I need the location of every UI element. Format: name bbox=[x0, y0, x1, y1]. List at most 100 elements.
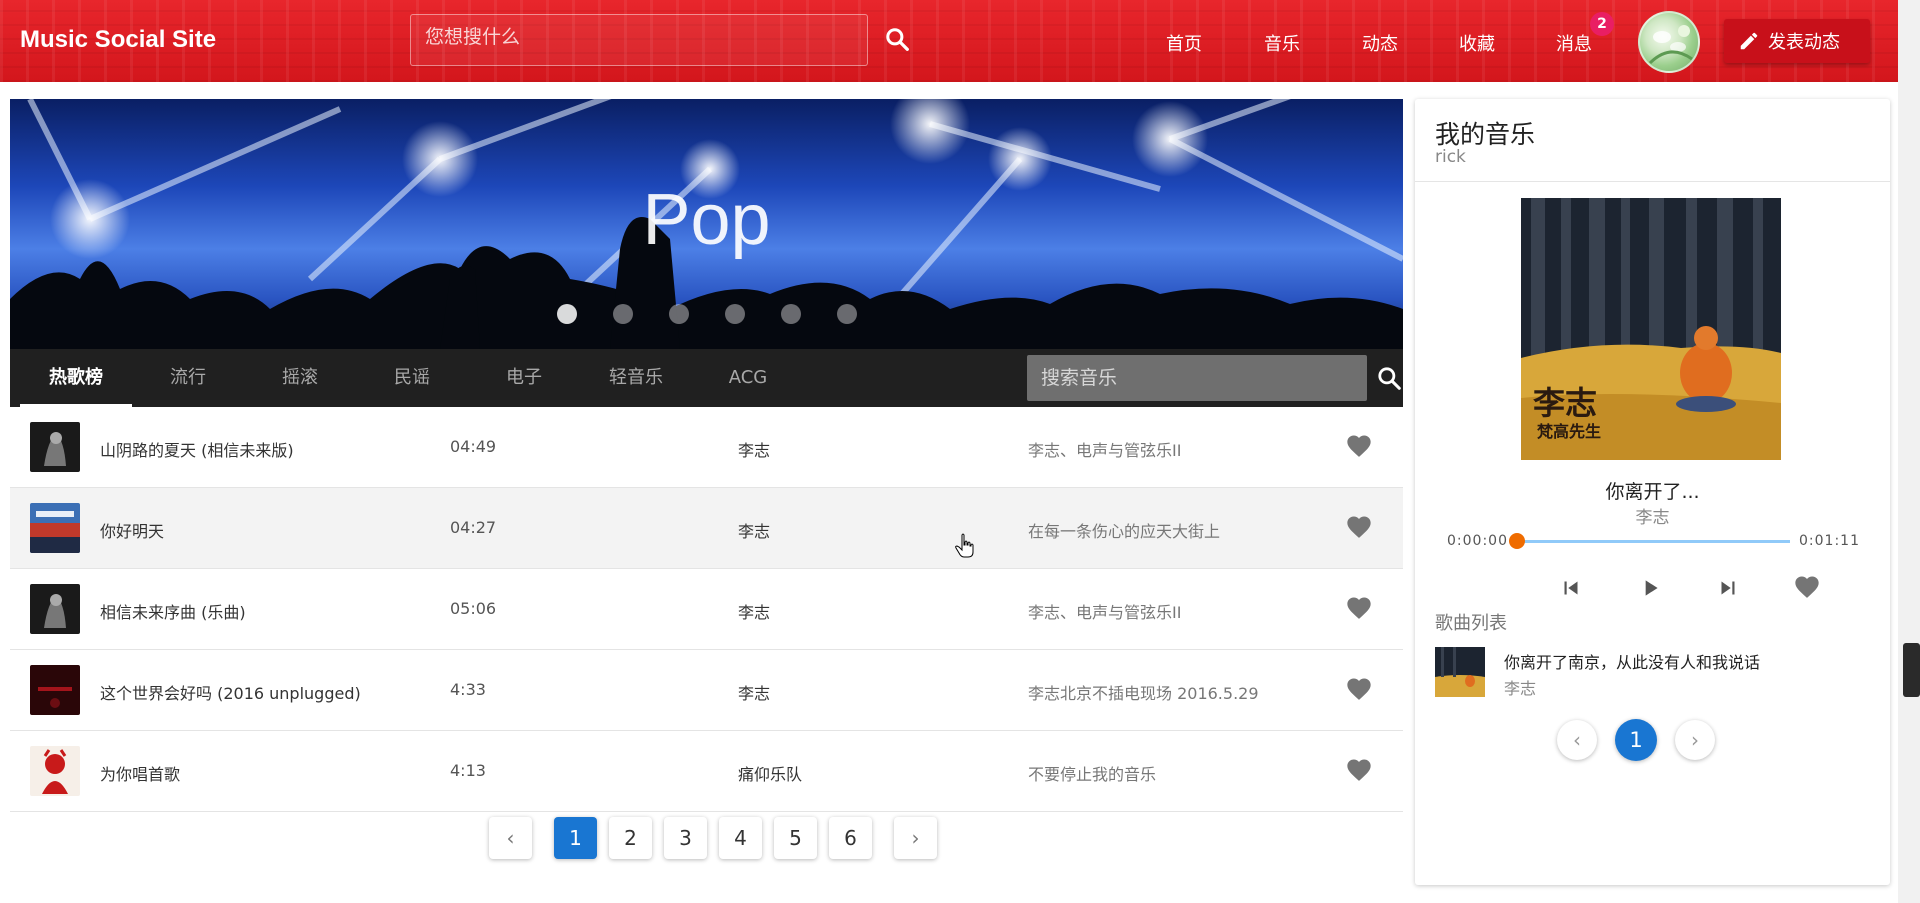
tab-electronic[interactable]: 电子 bbox=[468, 349, 580, 407]
skip-previous-icon[interactable] bbox=[1558, 575, 1584, 601]
nav-messages[interactable]: 消息 bbox=[1556, 30, 1592, 56]
favorite-heart-icon[interactable] bbox=[1793, 573, 1821, 601]
pencil-icon bbox=[1740, 32, 1758, 50]
song-title[interactable]: 你好明天 bbox=[100, 518, 164, 542]
pagination-page-6[interactable]: 6 bbox=[829, 817, 872, 859]
favorite-heart-icon[interactable] bbox=[1345, 432, 1373, 460]
pagination-page-4[interactable]: 4 bbox=[719, 817, 762, 859]
song-artist[interactable]: 李志 bbox=[738, 437, 770, 461]
song-list: 山阴路的夏天 (相信未来版) 04:49 李志 李志、电声与管弦乐II 你好明天… bbox=[10, 407, 1403, 812]
nav-music[interactable]: 音乐 bbox=[1264, 30, 1300, 56]
song-album[interactable]: 在每一条伤心的应天大街上 bbox=[1028, 518, 1220, 542]
pagination-page-2[interactable]: 2 bbox=[609, 817, 652, 859]
song-cover-image bbox=[30, 746, 80, 796]
song-duration: 05:06 bbox=[450, 599, 497, 618]
playlist-prev-button[interactable]: ‹ bbox=[1557, 720, 1597, 760]
now-playing-artist: 李志 bbox=[1635, 508, 1670, 528]
banner-genre-title: Pop bbox=[642, 180, 771, 260]
global-search-box[interactable] bbox=[410, 14, 868, 66]
song-title[interactable]: 为你唱首歌 bbox=[100, 761, 180, 785]
playlist-item-cover[interactable] bbox=[1435, 647, 1485, 697]
user-avatar[interactable] bbox=[1638, 11, 1700, 73]
song-duration: 4:33 bbox=[450, 680, 486, 699]
music-search-input[interactable] bbox=[1027, 355, 1367, 401]
messages-count-badge: 2 bbox=[1590, 12, 1614, 36]
tab-pop[interactable]: 流行 bbox=[132, 349, 244, 407]
tab-light-music[interactable]: 轻音乐 bbox=[580, 349, 692, 407]
music-search-icon[interactable] bbox=[1376, 365, 1402, 391]
song-artist[interactable]: 李志 bbox=[738, 518, 770, 542]
song-list-pagination: ‹ 1 2 3 4 5 6 › bbox=[489, 817, 937, 859]
main-content: Pop 热歌榜 流行 摇滚 民谣 电子 轻音乐 ACG 搜索音乐 山阴路的夏天 … bbox=[10, 99, 1403, 893]
song-title[interactable]: 山阴路的夏天 (相信未来版) bbox=[100, 437, 294, 461]
tab-rock[interactable]: 摇滚 bbox=[244, 349, 356, 407]
carousel-dot[interactable] bbox=[725, 304, 745, 324]
song-album[interactable]: 李志、电声与管弦乐II bbox=[1028, 599, 1181, 623]
tab-acg[interactable]: ACG bbox=[692, 349, 804, 407]
top-app-bar: Music Social Site 首页 音乐 动态 收藏 消息 2 发表动态 bbox=[0, 0, 1898, 82]
my-music-username: rick bbox=[1435, 147, 1466, 167]
song-album[interactable]: 李志、电声与管弦乐II bbox=[1028, 437, 1181, 461]
song-artist[interactable]: 李志 bbox=[738, 680, 770, 704]
play-icon[interactable] bbox=[1637, 575, 1663, 601]
favorite-heart-icon[interactable] bbox=[1345, 594, 1373, 622]
carousel-indicators bbox=[557, 304, 857, 324]
genre-banner: Pop bbox=[10, 99, 1403, 349]
search-icon[interactable] bbox=[884, 26, 910, 52]
vertical-scrollbar[interactable] bbox=[1898, 0, 1920, 903]
pagination-page-5[interactable]: 5 bbox=[774, 817, 817, 859]
nav-favorites[interactable]: 收藏 bbox=[1459, 30, 1495, 56]
song-title[interactable]: 这个世界会好吗 (2016 unplugged) bbox=[100, 680, 361, 704]
progress-knob[interactable] bbox=[1509, 533, 1525, 549]
create-post-button[interactable]: 发表动态 bbox=[1724, 19, 1870, 63]
nav-feed[interactable]: 动态 bbox=[1362, 30, 1398, 56]
playlist-page-1[interactable]: 1 bbox=[1615, 719, 1657, 761]
now-playing-album-art: 李志 梵高先生 bbox=[1521, 198, 1781, 460]
header-background-image bbox=[0, 0, 1898, 82]
hand-cursor-icon bbox=[955, 533, 974, 558]
song-album[interactable]: 不要停止我的音乐 bbox=[1028, 761, 1156, 785]
album-cover-title-text: 梵高先生 bbox=[1537, 422, 1602, 441]
progress-bar[interactable] bbox=[1509, 533, 1790, 549]
my-music-panel: 我的音乐 rick 李志 梵高先生 你离开了... 李志 0:00:00 0:0… bbox=[1415, 99, 1890, 885]
favorite-heart-icon[interactable] bbox=[1345, 675, 1373, 703]
favorite-heart-icon[interactable] bbox=[1345, 756, 1373, 784]
song-artist[interactable]: 痛仰乐队 bbox=[738, 761, 802, 785]
song-row[interactable]: 这个世界会好吗 (2016 unplugged) 4:33 李志 李志北京不插电… bbox=[10, 650, 1403, 731]
skip-next-icon[interactable] bbox=[1715, 575, 1741, 601]
divider bbox=[1415, 181, 1890, 182]
playlist-item-title[interactable]: 你离开了南京，从此没有人和我说话 bbox=[1504, 649, 1760, 673]
carousel-dot[interactable] bbox=[613, 304, 633, 324]
tab-folk[interactable]: 民谣 bbox=[356, 349, 468, 407]
site-logo[interactable]: Music Social Site bbox=[20, 26, 216, 54]
carousel-dot[interactable] bbox=[557, 304, 577, 324]
carousel-dot[interactable] bbox=[669, 304, 689, 324]
global-search-input[interactable] bbox=[411, 15, 867, 65]
pagination-prev-button[interactable]: ‹ bbox=[489, 817, 532, 859]
song-artist[interactable]: 李志 bbox=[738, 599, 770, 623]
pagination-page-3[interactable]: 3 bbox=[664, 817, 707, 859]
song-album[interactable]: 李志北京不插电现场 2016.5.29 bbox=[1028, 680, 1259, 704]
now-playing-title: 你离开了... bbox=[1605, 481, 1700, 503]
total-time: 0:01:11 bbox=[1799, 533, 1860, 549]
song-row[interactable]: 你好明天 04:27 李志 在每一条伤心的应天大街上 bbox=[10, 488, 1403, 569]
pagination-page-1[interactable]: 1 bbox=[554, 817, 597, 859]
favorite-heart-icon[interactable] bbox=[1345, 513, 1373, 541]
tab-hot-chart[interactable]: 热歌榜 bbox=[20, 349, 132, 407]
song-row[interactable]: 为你唱首歌 4:13 痛仰乐队 不要停止我的音乐 bbox=[10, 731, 1403, 812]
carousel-dot[interactable] bbox=[837, 304, 857, 324]
song-cover-image bbox=[30, 665, 80, 715]
nav-home[interactable]: 首页 bbox=[1166, 30, 1202, 56]
song-title[interactable]: 相信未来序曲 (乐曲) bbox=[100, 599, 246, 623]
genre-tabs: 热歌榜 流行 摇滚 民谣 电子 轻音乐 ACG bbox=[10, 349, 1403, 407]
music-search-box[interactable] bbox=[1027, 355, 1367, 401]
carousel-dot[interactable] bbox=[781, 304, 801, 324]
create-post-label: 发表动态 bbox=[1768, 32, 1840, 53]
pagination-next-button[interactable]: › bbox=[894, 817, 937, 859]
song-duration: 4:13 bbox=[450, 761, 486, 780]
song-row[interactable]: 相信未来序曲 (乐曲) 05:06 李志 李志、电声与管弦乐II bbox=[10, 569, 1403, 650]
song-row[interactable]: 山阴路的夏天 (相信未来版) 04:49 李志 李志、电声与管弦乐II bbox=[10, 407, 1403, 488]
playlist-next-button[interactable]: › bbox=[1675, 720, 1715, 760]
playlist-pagination: ‹ 1 › bbox=[1557, 719, 1715, 761]
scrollbar-handle[interactable] bbox=[1903, 643, 1920, 697]
